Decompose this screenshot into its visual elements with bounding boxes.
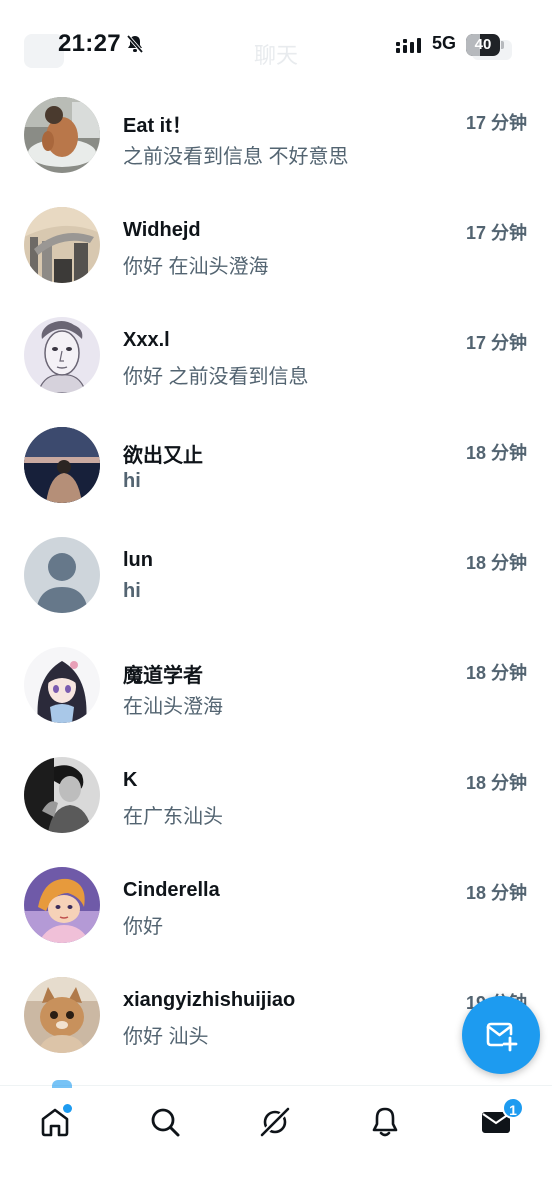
conversation-time: 18 分钟 (465, 443, 527, 463)
avatar[interactable] (24, 97, 100, 173)
battery-nub (501, 41, 504, 49)
nav-home[interactable] (35, 1102, 75, 1142)
bell-icon (372, 1107, 398, 1137)
nav-notifications[interactable] (365, 1102, 405, 1142)
conversation-item[interactable]: Cinderella 18 分钟 你好 (0, 849, 552, 959)
conversation-item[interactable]: Widhejd 17 分钟 你好 在汕头澄海 (0, 189, 552, 299)
conversation-list: Eat it！ 17 分钟 之前没看到信息 不好意思 Widhejd 17 分钟… (0, 79, 552, 1069)
conversation-time: 17 分钟 (465, 113, 527, 133)
avatar[interactable] (24, 977, 100, 1053)
avatar[interactable] (24, 317, 100, 393)
conversation-name: lun (123, 549, 153, 571)
new-message-icon (486, 1022, 518, 1052)
conversation-preview: hi (123, 580, 141, 602)
conversation-time: 18 分钟 (465, 883, 527, 903)
nav-grok[interactable] (255, 1102, 295, 1142)
conversation-item[interactable]: 欲出又止 18 分钟 hi (0, 409, 552, 519)
avatar[interactable] (24, 207, 100, 283)
conversation-preview: 你好 汕头 (123, 1026, 209, 1048)
avatar[interactable] (24, 427, 100, 503)
conversation-time: 18 分钟 (465, 773, 527, 793)
conversation-time: 18 分钟 (465, 663, 527, 683)
grok-icon (259, 1106, 291, 1138)
network-type: 5G (432, 33, 457, 53)
conversation-preview: 在广东汕头 (123, 806, 223, 828)
conversation-name: K (123, 769, 138, 791)
conversation-item[interactable]: lun 18 分钟 hi (0, 519, 552, 629)
conversation-item[interactable]: K 18 分钟 在广东汕头 (0, 739, 552, 849)
status-bar: 聊天 21:27 5G 40 (0, 0, 552, 90)
bell-muted-icon (126, 34, 144, 54)
conversation-name: Cinderella (123, 879, 220, 901)
status-time: 21:27 (58, 30, 121, 57)
conversation-time: 17 分钟 (465, 223, 527, 243)
bottom-nav: 1 (0, 1080, 552, 1200)
conversation-item[interactable]: 魔道学者 18 分钟 在汕头澄海 (0, 629, 552, 739)
default-avatar[interactable] (24, 537, 100, 613)
conversation-time: 18 分钟 (465, 553, 527, 573)
conversation-preview: 之前没看到信息 不好意思 (123, 146, 349, 168)
conversation-preview: 在汕头澄海 (123, 696, 223, 718)
avatar[interactable] (24, 867, 100, 943)
conversation-name: 欲出又止 (123, 445, 203, 467)
conversation-item[interactable]: Xxx.l 17 分钟 你好 之前没看到信息 (0, 299, 552, 409)
conversation-preview: 你好 之前没看到信息 (123, 366, 309, 388)
conversation-preview: 你好 在汕头澄海 (123, 256, 269, 278)
conversation-item[interactable]: Eat it！ 17 分钟 之前没看到信息 不好意思 (0, 79, 552, 189)
battery-level: 40 (474, 36, 492, 53)
conversation-time: 17 分钟 (465, 333, 527, 353)
conversation-name: Xxx.l (123, 329, 170, 351)
conversation-name: xiangyizhishuijiao (123, 989, 296, 1011)
scroll-peek-indicator (52, 1080, 72, 1088)
search-icon (151, 1108, 180, 1137)
conversation-preview: 你好 (123, 916, 163, 938)
conversation-name: 魔道学者 (123, 665, 203, 687)
cellular-signal-icon (396, 38, 421, 53)
avatar[interactable] (24, 757, 100, 833)
avatar[interactable] (24, 647, 100, 723)
battery-icon: 40 (466, 34, 504, 56)
messages-badge: 1 (502, 1097, 524, 1119)
nav-search[interactable] (145, 1102, 185, 1142)
conversation-preview: hi (123, 470, 141, 492)
new-message-button[interactable] (462, 996, 540, 1074)
home-unread-dot (63, 1104, 72, 1113)
conversation-name: Widhejd (123, 219, 201, 241)
conversation-name: Eat it！ (123, 115, 192, 137)
